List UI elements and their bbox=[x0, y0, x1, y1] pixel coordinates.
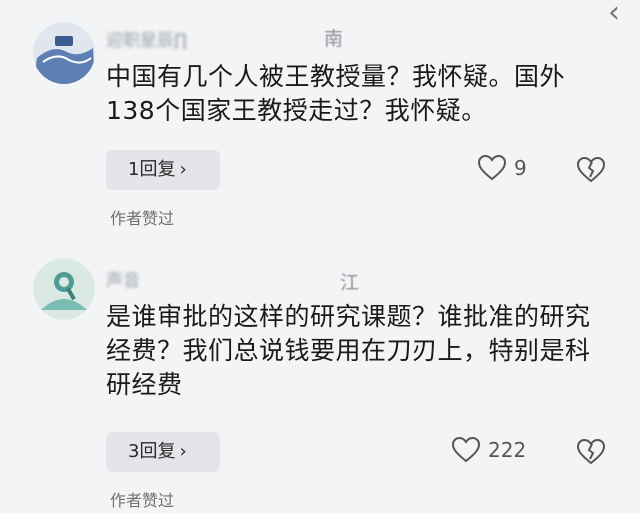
username[interactable]: 迎职星辰∏ bbox=[106, 32, 187, 50]
broken-heart-icon[interactable] bbox=[577, 439, 605, 465]
liked-by-author: 作者赞过 bbox=[110, 209, 175, 228]
comment-text: 中国有几个人被王教授量？我怀疑。国外138个国家王教授走过？我怀疑。 bbox=[106, 62, 566, 125]
comment-text: 是谁审批的这样的研究课题？谁批准的研究经费？我们总说钱要用在刀刃上，特别是科研经… bbox=[106, 302, 591, 399]
avatar[interactable] bbox=[33, 258, 95, 320]
heart-icon bbox=[478, 155, 506, 181]
heart-icon bbox=[452, 437, 480, 463]
like-count: 9 bbox=[514, 156, 527, 180]
like-button[interactable]: 222 bbox=[452, 437, 526, 463]
like-count: 222 bbox=[488, 438, 527, 462]
back-chevron-icon[interactable]: ‹ bbox=[608, 0, 620, 28]
location: 江 bbox=[340, 272, 360, 294]
like-button[interactable]: 9 bbox=[478, 155, 527, 181]
reply-button[interactable]: 3回复 › bbox=[106, 432, 220, 472]
liked-by-author: 作者赞过 bbox=[110, 491, 175, 510]
chevron-right-icon: › bbox=[179, 441, 187, 462]
broken-heart-icon[interactable] bbox=[577, 157, 605, 183]
location: 南 bbox=[324, 28, 344, 50]
avatar[interactable] bbox=[33, 22, 95, 84]
reply-label: 3回复 bbox=[128, 441, 176, 462]
chevron-right-icon: › bbox=[179, 159, 187, 180]
reply-button[interactable]: 1回复 › bbox=[106, 150, 220, 190]
reply-label: 1回复 bbox=[128, 159, 176, 180]
username[interactable]: 声音 bbox=[106, 272, 140, 290]
